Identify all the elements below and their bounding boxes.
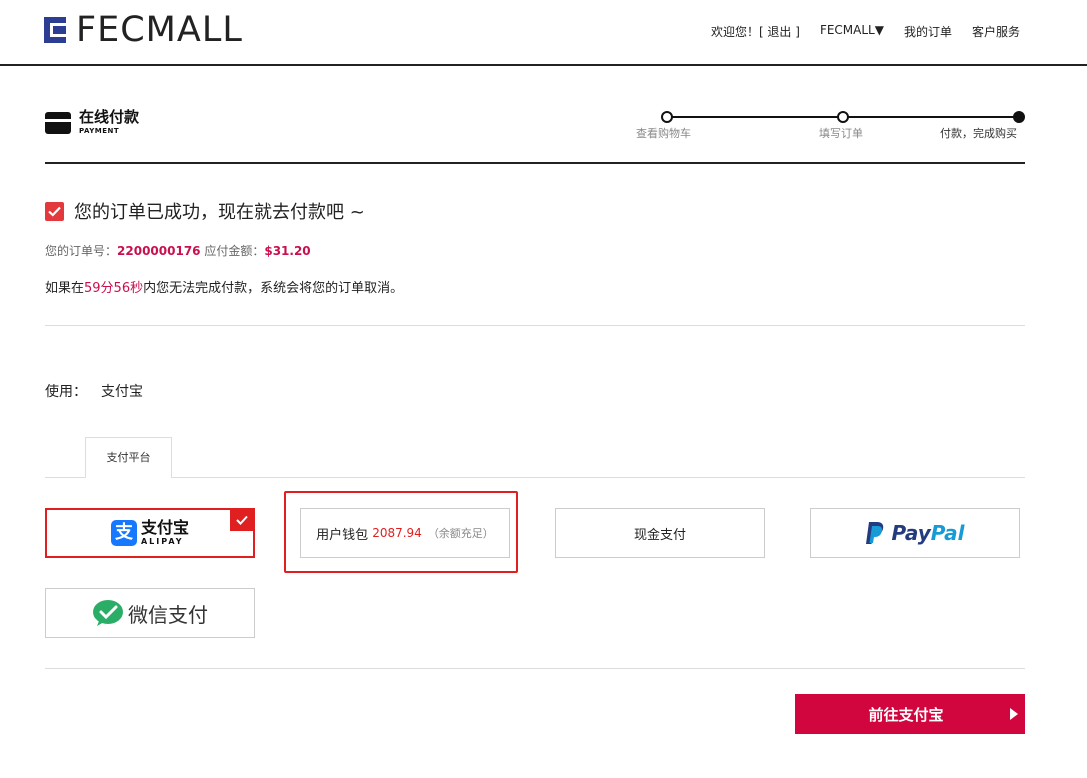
order-success: 您的订单已成功，现在就去付款吧 ~ [45,198,365,224]
wechat-icon [93,600,123,626]
order-info: 您的订单号：2200000176 应付金额：$31.20 [45,242,311,259]
selected-method-line: 使用： 支付宝 [45,381,143,401]
step-label-order: 填写订单 [819,127,863,140]
wallet-note: （余额充足） [427,527,494,540]
alipay-label-en: ALIPAY [140,537,184,546]
arrow-right-icon [1009,708,1018,720]
use-label: 使用： [45,384,87,400]
check-icon [45,201,64,221]
logo-text: FECMALL [76,10,243,50]
wechat-label: 微信支付 [128,602,208,627]
order-amount: $31.20 [264,244,311,258]
timeout-countdown: 59分56秒 [84,281,144,296]
customer-service-link[interactable]: 客户服务 [972,23,1020,40]
site-logo[interactable]: FECMALL [40,12,243,48]
step-dot-cart [661,111,673,123]
payment-method-alipay[interactable]: 支 支付宝 ALIPAY [45,508,255,558]
paypal-icon [866,522,884,544]
page-title-en: PAYMENT [79,127,120,135]
bottom-divider [45,668,1025,669]
page-title: 在线付款 PAYMENT [45,108,139,135]
amount-label: 应付金额： [200,244,265,258]
cash-label: 现金支付 [633,527,686,543]
go-to-alipay-button[interactable]: 前往支付宝 [795,694,1025,734]
step-label-payment: 付款，完成购买 [940,127,1017,140]
wechat-logo: 微信支付 [92,599,208,628]
site-header: FECMALL 欢迎您！[ 退出 ] FECMALL▼ 我的订单 客户服务 [0,0,1087,66]
timeout-prefix: 如果在 [45,281,85,296]
tab-payment-platform[interactable]: 支付平台 [85,437,172,478]
payment-method-paypal[interactable]: Pay Pal [810,508,1020,558]
order-no: 2200000176 [117,244,201,258]
tab-bar-line [45,477,1025,478]
step-dot-order [837,111,849,123]
step-label-cart: 查看购物车 [636,127,691,140]
wallet-balance: 2087.94 [372,526,422,540]
go-button-label: 前往支付宝 [868,705,944,724]
alipay-logo: 支 支付宝 ALIPAY [110,518,189,546]
page-title-cn: 在线付款 [79,108,140,126]
wallet-label: 用户钱包 [316,527,369,543]
selected-check-icon [230,509,254,531]
welcome-logout-link[interactable]: 欢迎您！[ 退出 ] [711,23,800,40]
paypal-label-1: Pay [891,521,931,545]
alipay-icon: 支 [110,520,137,546]
store-dropdown[interactable]: FECMALL▼ [820,23,884,40]
payment-method-wallet[interactable]: 用户钱包 2087.94 （余额充足） [300,508,510,558]
paypal-label-2: Pal [930,521,965,545]
credit-card-icon [45,112,71,134]
section-divider [45,325,1025,326]
my-orders-link[interactable]: 我的订单 [904,23,952,40]
step-dot-payment [1013,111,1025,123]
timeout-notice: 如果在59分56秒内您无法完成付款，系统会将您的订单取消。 [45,277,403,296]
success-message: 您的订单已成功，现在就去付款吧 ~ [74,202,365,223]
checkout-steps: 查看购物车 填写订单 付款，完成购买 [620,108,1040,148]
title-divider [45,162,1025,164]
use-value: 支付宝 [101,384,143,400]
payment-method-cash[interactable]: 现金支付 [555,508,765,558]
logo-icon [44,17,66,43]
payment-method-wechat[interactable]: 微信支付 [45,588,255,638]
timeout-suffix: 内您无法完成付款，系统会将您的订单取消。 [143,281,404,296]
top-nav: 欢迎您！[ 退出 ] FECMALL▼ 我的订单 客户服务 [711,23,1020,40]
order-no-label: 您的订单号： [45,244,118,258]
paypal-logo: Pay Pal [865,521,965,545]
alipay-label-cn: 支付宝 [140,518,189,537]
